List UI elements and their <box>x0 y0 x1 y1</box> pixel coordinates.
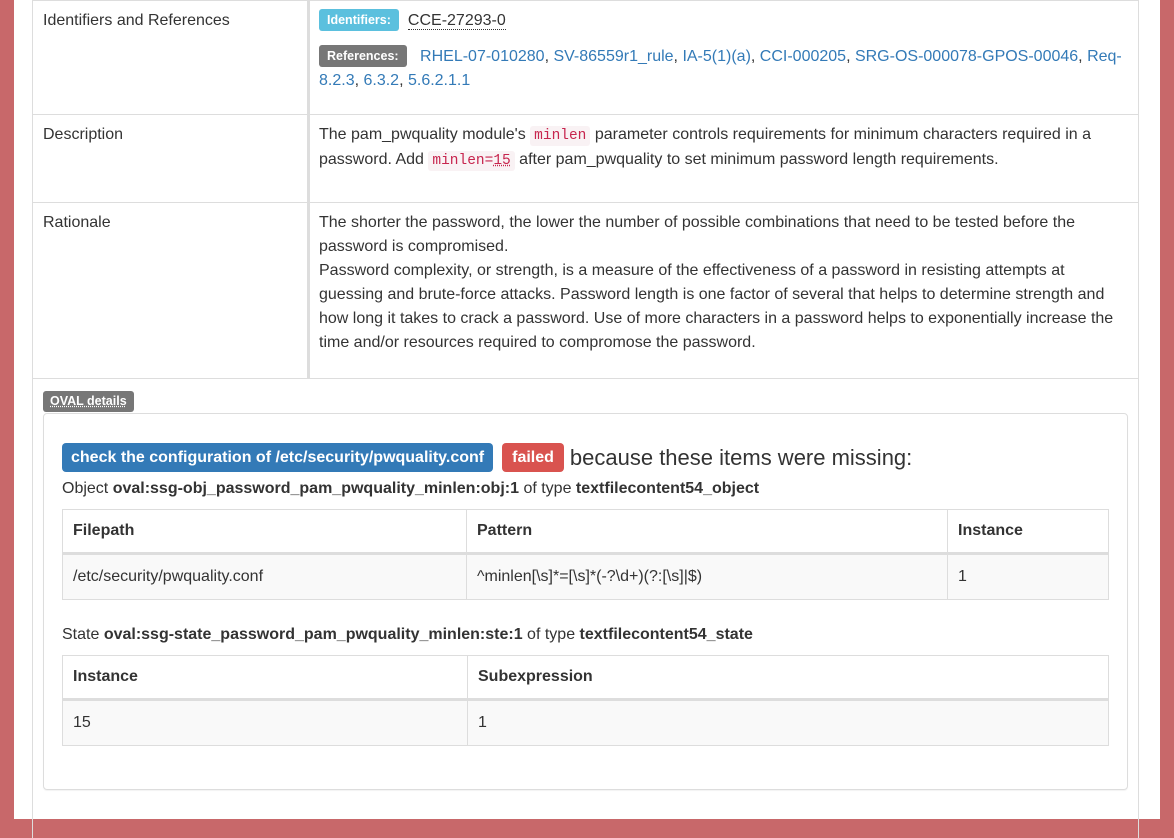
reference-link[interactable]: 6.3.2 <box>363 72 399 89</box>
state-table: Instance Subexpression 15 1 <box>62 655 1109 746</box>
description-text: The pam_pwquality module's <box>319 126 531 143</box>
check-line: check the configuration of /etc/security… <box>62 443 912 473</box>
description-text: after pam_pwquality to set minimum passw… <box>514 151 999 168</box>
state-type: textfilecontent54_state <box>579 626 753 643</box>
description-value: The pam_pwquality module's minlen parame… <box>308 114 1139 203</box>
oval-section: OVAL details check the configuration of … <box>32 378 1139 838</box>
object-line: Object oval:ssg-obj_password_pam_pwquali… <box>62 478 759 500</box>
column-header: Instance <box>947 509 1109 555</box>
rationale-value: The shorter the password, the lower the … <box>308 202 1139 379</box>
status-badge: failed <box>502 443 564 472</box>
reference-link[interactable]: IA-5(1)(a) <box>682 48 750 65</box>
cce-identifier[interactable]: CCE-27293-0 <box>407 12 506 30</box>
of-type-text: of type <box>519 480 576 497</box>
identifiers-row: Identifiers and References Identifiers: C… <box>32 0 1139 115</box>
reference-link[interactable]: RHEL-07-010280 <box>420 48 545 65</box>
column-header: Filepath <box>62 509 467 555</box>
table-cell: /etc/security/pwquality.conf <box>62 553 467 600</box>
object-type: textfilecontent54_object <box>575 480 760 497</box>
reference-link[interactable]: 5.6.2.1.1 <box>408 72 470 89</box>
column-header: Subexpression <box>467 655 1109 701</box>
identifiers-value: Identifiers: CCE-27293-0 References: RHEL… <box>308 0 1139 115</box>
oval-panel: check the configuration of /etc/security… <box>43 413 1128 790</box>
object-prefix: Object <box>62 480 113 497</box>
table-header-row: Instance Subexpression <box>62 655 1109 701</box>
missing-heading: because these items were missing: <box>569 444 913 470</box>
state-prefix: State <box>62 626 104 643</box>
state-line: State oval:ssg-state_password_pam_pwqual… <box>62 624 753 646</box>
code-key: minlen= <box>432 153 494 169</box>
rule-detail-page: Identifiers and References Identifiers: C… <box>14 0 1160 838</box>
column-header: Instance <box>62 655 468 701</box>
table-cell: 1 <box>467 699 1109 746</box>
table-cell: 15 <box>62 699 468 746</box>
code-value[interactable]: 15 <box>493 153 510 169</box>
table-header-row: Filepath Pattern Instance <box>62 509 1109 555</box>
rationale-row: Rationale The shorter the password, the … <box>32 202 1139 379</box>
table-cell: 1 <box>947 553 1109 600</box>
table-cell: ^minlen[\s]*=[\s]*(-?\d+)(?:[\s]|$) <box>466 553 948 600</box>
code-snippet: minlen=15 <box>428 151 515 171</box>
rationale-label: Rationale <box>32 202 310 379</box>
identifiers-label: Identifiers and References <box>32 0 310 115</box>
description-label: Description <box>32 114 310 203</box>
table-row: 15 1 <box>62 699 1109 746</box>
description-row: Description The pam_pwquality module's m… <box>32 114 1139 203</box>
identifiers-badge: Identifiers: <box>319 9 399 31</box>
reference-link[interactable]: SRG-OS-000078-GPOS-00046 <box>855 48 1078 65</box>
code-snippet: minlen <box>530 126 591 146</box>
check-label: check the configuration of /etc/security… <box>62 443 494 472</box>
oval-details-label[interactable]: OVAL details <box>43 391 134 412</box>
column-header: Pattern <box>466 509 948 555</box>
table-row: /etc/security/pwquality.conf ^minlen[\s]… <box>62 553 1109 600</box>
of-type-text: of type <box>522 626 580 643</box>
rule-details-table: Identifiers and References Identifiers: C… <box>32 0 1139 379</box>
rationale-paragraph: Password complexity, or strength, is a m… <box>319 262 1114 351</box>
object-id: oval:ssg-obj_password_pam_pwquality_minl… <box>112 480 519 497</box>
references-badge: References: <box>319 45 407 67</box>
rationale-paragraph: The shorter the password, the lower the … <box>319 214 1076 255</box>
reference-link[interactable]: SV-86559r1_rule <box>553 48 673 65</box>
object-table: Filepath Pattern Instance /etc/security/… <box>62 509 1109 600</box>
state-id: oval:ssg-state_password_pam_pwquality_mi… <box>103 626 523 643</box>
reference-link[interactable]: CCI-000205 <box>760 48 846 65</box>
